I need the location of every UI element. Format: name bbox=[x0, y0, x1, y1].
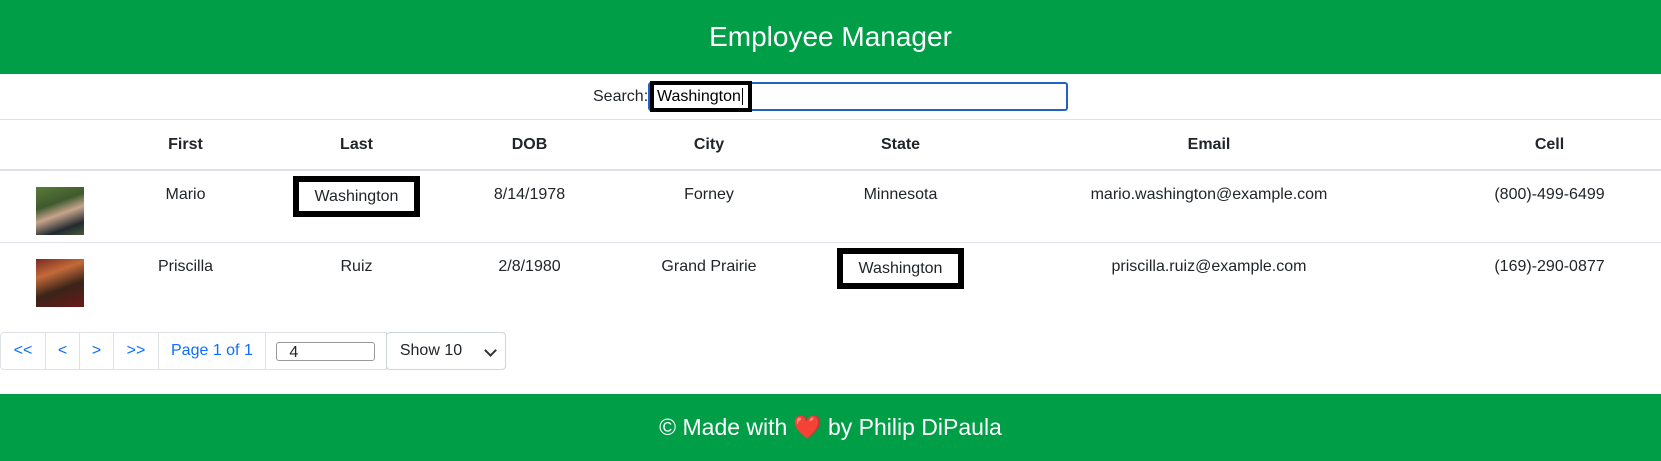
avatar bbox=[36, 187, 84, 235]
last-name-cell: Washington bbox=[251, 170, 462, 243]
state-cell: Minnesota bbox=[821, 170, 980, 243]
column-header-email[interactable]: Email bbox=[980, 120, 1438, 171]
dob-cell: 2/8/1980 bbox=[498, 257, 561, 275]
column-header-last[interactable]: Last bbox=[251, 120, 462, 171]
column-header-image bbox=[0, 120, 120, 171]
app-footer: © Made with ❤️ by Philip DiPaula bbox=[0, 394, 1661, 461]
cell-phone-cell: (169)-290-0877 bbox=[1494, 257, 1605, 275]
email-cell: mario.washington@example.com bbox=[980, 170, 1438, 243]
next-page-button[interactable]: > bbox=[79, 332, 114, 370]
search-input-value[interactable]: Washington bbox=[650, 81, 752, 112]
cell-phone-cell: (800)-499-6499 bbox=[1438, 170, 1661, 243]
footer-prefix: © Made with bbox=[659, 414, 788, 440]
column-header-cell[interactable]: Cell bbox=[1438, 120, 1661, 171]
column-header-state[interactable]: State bbox=[821, 120, 980, 171]
column-header-dob[interactable]: DOB bbox=[462, 120, 597, 171]
last-page-button[interactable]: >> bbox=[113, 332, 159, 370]
page-title: Employee Manager bbox=[709, 21, 952, 52]
employee-table: First Last DOB City State Email Cell Mar… bbox=[0, 120, 1661, 314]
avatar-cell bbox=[0, 170, 120, 243]
go-to-page-input[interactable]: 4 bbox=[276, 341, 376, 361]
city-cell: Grand Prairie bbox=[661, 257, 757, 275]
app-header: Employee Manager bbox=[0, 0, 1661, 74]
avatar-cell bbox=[0, 242, 120, 314]
dob-cell: 8/14/1978 bbox=[462, 170, 597, 243]
first-name-cell: Mario bbox=[120, 170, 251, 243]
search-match-highlight: Washington bbox=[836, 247, 965, 289]
page-size-value: Show 10 bbox=[399, 342, 463, 359]
last-name-cell: Ruiz bbox=[340, 257, 373, 275]
city-cell: Forney bbox=[597, 170, 821, 243]
pagination: << < > >> Page 1 of 1 4 Show 10 bbox=[0, 332, 506, 370]
footer-suffix: by Philip DiPaula bbox=[827, 414, 1002, 440]
page-indicator: Page 1 of 1 bbox=[158, 332, 266, 370]
email-cell: priscilla.ruiz@example.com bbox=[1111, 257, 1307, 275]
go-to-page-cell: 4 bbox=[264, 332, 387, 370]
column-header-city[interactable]: City bbox=[597, 120, 821, 171]
table-row: Mario Washington 8/14/1978 Forney Minnes… bbox=[0, 170, 1661, 243]
previous-page-button[interactable]: < bbox=[45, 332, 80, 370]
table-row: Priscilla Ruiz 2/8/1980 Grand Prairie Wa… bbox=[0, 242, 1661, 314]
column-header-first[interactable]: First bbox=[120, 120, 251, 171]
search-bar: Search: Washington bbox=[0, 74, 1661, 120]
avatar bbox=[36, 258, 84, 307]
state-cell: Washington bbox=[821, 242, 980, 314]
search-match-highlight: Washington bbox=[292, 176, 421, 217]
page-size-select[interactable]: Show 10 bbox=[385, 332, 506, 370]
table-header-row: First Last DOB City State Email Cell bbox=[0, 120, 1661, 171]
chevron-down-icon bbox=[483, 344, 497, 357]
heart-icon: ❤️ bbox=[793, 414, 822, 440]
first-name-cell: Priscilla bbox=[157, 257, 214, 275]
first-page-button[interactable]: << bbox=[0, 332, 46, 370]
search-label: Search: bbox=[593, 88, 649, 105]
